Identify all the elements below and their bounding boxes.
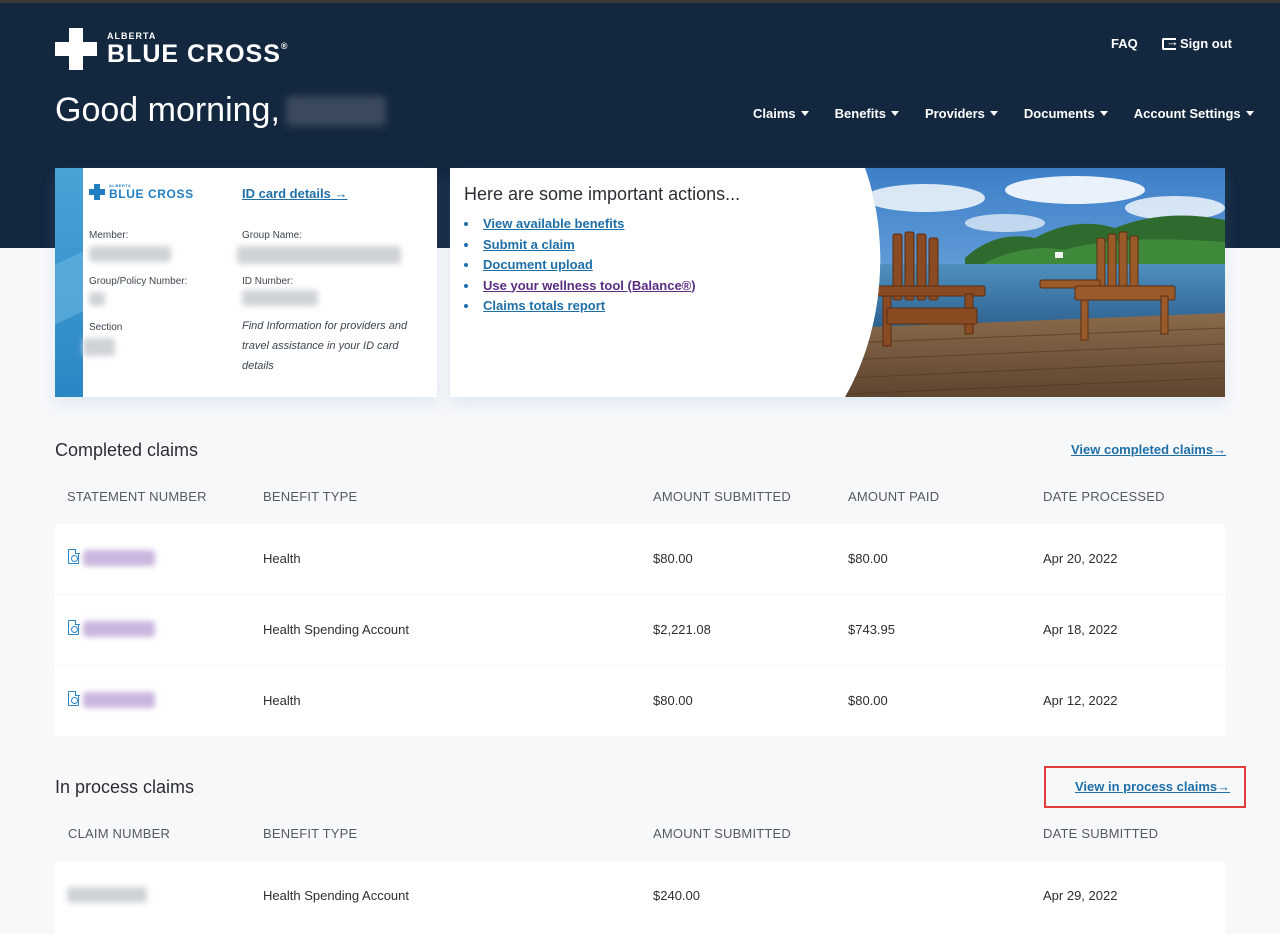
column-header-date-processed: DATE PROCESSED <box>1043 489 1165 504</box>
bullet-icon <box>464 283 468 288</box>
redacted-group-name <box>237 246 401 264</box>
id-card-stripe <box>55 168 83 397</box>
pdf-icon[interactable] <box>68 690 80 706</box>
bullet-icon <box>464 222 468 227</box>
date-processed-cell: Apr 18, 2022 <box>1043 622 1118 637</box>
column-header-amount-submitted: AMOUNT SUBMITTED <box>653 826 792 841</box>
alberta-blue-cross-logo[interactable]: ALBERTA BLUE CROSS® <box>55 26 289 72</box>
action-item: Submit a claim <box>464 235 696 256</box>
caret-down-icon <box>1245 111 1254 116</box>
arrow-right-icon: → <box>334 186 348 201</box>
id-card-note: Find Information for providers and trave… <box>242 320 408 372</box>
group-name-label: Group Name: <box>242 230 303 241</box>
redacted-group-policy-number <box>89 292 105 306</box>
amount-paid-cell: $80.00 <box>848 693 888 708</box>
lake-dock-chairs-image <box>845 168 1225 397</box>
benefit-type-cell: Health <box>263 551 301 566</box>
document-upload-link[interactable]: Document upload <box>483 255 593 276</box>
caret-down-icon <box>1099 111 1108 116</box>
section-label: Section <box>89 322 123 333</box>
column-header-claim-number: CLAIM NUMBER <box>68 826 171 841</box>
sign-out-link[interactable]: Sign out <box>1162 34 1232 51</box>
benefit-type-cell: Health Spending Account <box>263 622 409 637</box>
redacted-section <box>83 338 115 356</box>
nav-benefits[interactable]: Benefits <box>835 106 899 121</box>
action-item: Claims totals report <box>464 296 696 317</box>
redacted-statement-number[interactable] <box>83 550 155 566</box>
id-card-panel: ALBERTA BLUE CROSS ID card details → Mem… <box>55 168 437 397</box>
claims-totals-report-link[interactable]: Claims totals report <box>483 296 605 317</box>
amount-submitted-cell: $80.00 <box>653 693 693 708</box>
bullet-icon <box>464 304 468 309</box>
table-row[interactable]: Health Spending Account $2,221.08 $743.9… <box>55 595 1225 665</box>
nav-providers[interactable]: Providers <box>925 106 998 121</box>
id-number-label: ID Number: <box>242 276 294 287</box>
action-item: View available benefits <box>464 214 696 235</box>
date-submitted-cell: Apr 29, 2022 <box>1043 888 1118 903</box>
nav-documents[interactable]: Documents <box>1024 106 1108 121</box>
group-policy-number-label: Group/Policy Number: <box>89 276 188 287</box>
column-header-amount-paid: AMOUNT PAID <box>848 489 940 504</box>
table-row[interactable]: Health $80.00 $80.00 Apr 12, 2022 <box>55 666 1225 736</box>
action-item: Use your wellness tool (Balance®) <box>464 276 696 297</box>
important-actions-panel: Here are some important actions... View … <box>450 168 1225 397</box>
redacted-user-name <box>285 95 386 126</box>
id-card-details-link[interactable]: ID card details → <box>242 186 348 201</box>
benefit-type-cell: Health Spending Account <box>263 888 409 903</box>
id-card-logo: ALBERTA BLUE CROSS <box>89 184 194 200</box>
redacted-statement-number[interactable] <box>83 621 155 637</box>
amount-submitted-cell: $2,221.08 <box>653 622 711 637</box>
caret-down-icon <box>989 111 998 116</box>
redacted-statement-number[interactable] <box>83 692 155 708</box>
column-header-statement-number: STATEMENT NUMBER <box>67 489 207 504</box>
actions-list: View available benefits Submit a claim D… <box>464 214 696 317</box>
member-label: Member: <box>89 230 129 241</box>
actions-title: Here are some important actions... <box>464 184 741 204</box>
arrow-right-icon: → <box>1213 442 1227 457</box>
date-processed-cell: Apr 12, 2022 <box>1043 693 1118 708</box>
amount-submitted-cell: $240.00 <box>653 888 700 903</box>
sign-out-icon <box>1162 34 1179 50</box>
view-available-benefits-link[interactable]: View available benefits <box>483 214 624 235</box>
cross-logo-icon <box>55 28 97 70</box>
logo-registered-mark: ® <box>280 40 289 51</box>
date-processed-cell: Apr 20, 2022 <box>1043 551 1118 566</box>
column-header-date-submitted: DATE SUBMITTED <box>1043 826 1159 841</box>
action-item: Document upload <box>464 255 696 276</box>
column-header-benefit-type: BENEFIT TYPE <box>263 489 358 504</box>
main-nav: Claims Benefits Providers Documents Acco… <box>753 106 1254 121</box>
column-header-amount-submitted: AMOUNT SUBMITTED <box>653 489 792 504</box>
in-process-claims-title: In process claims <box>55 777 195 797</box>
nav-claims[interactable]: Claims <box>753 106 809 121</box>
amount-paid-cell: $743.95 <box>848 622 895 637</box>
bullet-icon <box>464 263 468 268</box>
benefit-type-cell: Health <box>263 693 301 708</box>
table-row[interactable]: Health Spending Account $240.00 Apr 29, … <box>55 861 1225 934</box>
caret-down-icon <box>800 111 809 116</box>
bullet-icon <box>464 242 468 247</box>
logo-big-text: BLUE CROSS <box>107 39 281 68</box>
submit-claim-link[interactable]: Submit a claim <box>483 235 575 256</box>
cross-logo-icon <box>89 184 105 200</box>
amount-submitted-cell: $80.00 <box>653 551 693 566</box>
column-header-benefit-type: BENEFIT TYPE <box>263 826 358 841</box>
redacted-claim-number <box>67 887 147 903</box>
faq-link[interactable]: FAQ <box>1111 36 1138 51</box>
view-completed-claims-link[interactable]: View completed claims→ <box>1071 442 1226 457</box>
table-row[interactable]: Health $80.00 $80.00 Apr 20, 2022 <box>55 524 1225 594</box>
redacted-id-number <box>242 290 318 306</box>
nav-account-settings[interactable]: Account Settings <box>1134 106 1254 121</box>
wellness-tool-link[interactable]: Use your wellness tool (Balance®) <box>483 276 696 297</box>
greeting: Good morning, <box>55 91 386 130</box>
pdf-icon[interactable] <box>68 548 80 564</box>
pdf-icon[interactable] <box>68 619 80 635</box>
amount-paid-cell: $80.00 <box>848 551 888 566</box>
highlight-box <box>1044 766 1246 808</box>
redacted-member <box>89 246 171 262</box>
completed-claims-title: Completed claims <box>55 440 199 460</box>
caret-down-icon <box>890 111 899 116</box>
